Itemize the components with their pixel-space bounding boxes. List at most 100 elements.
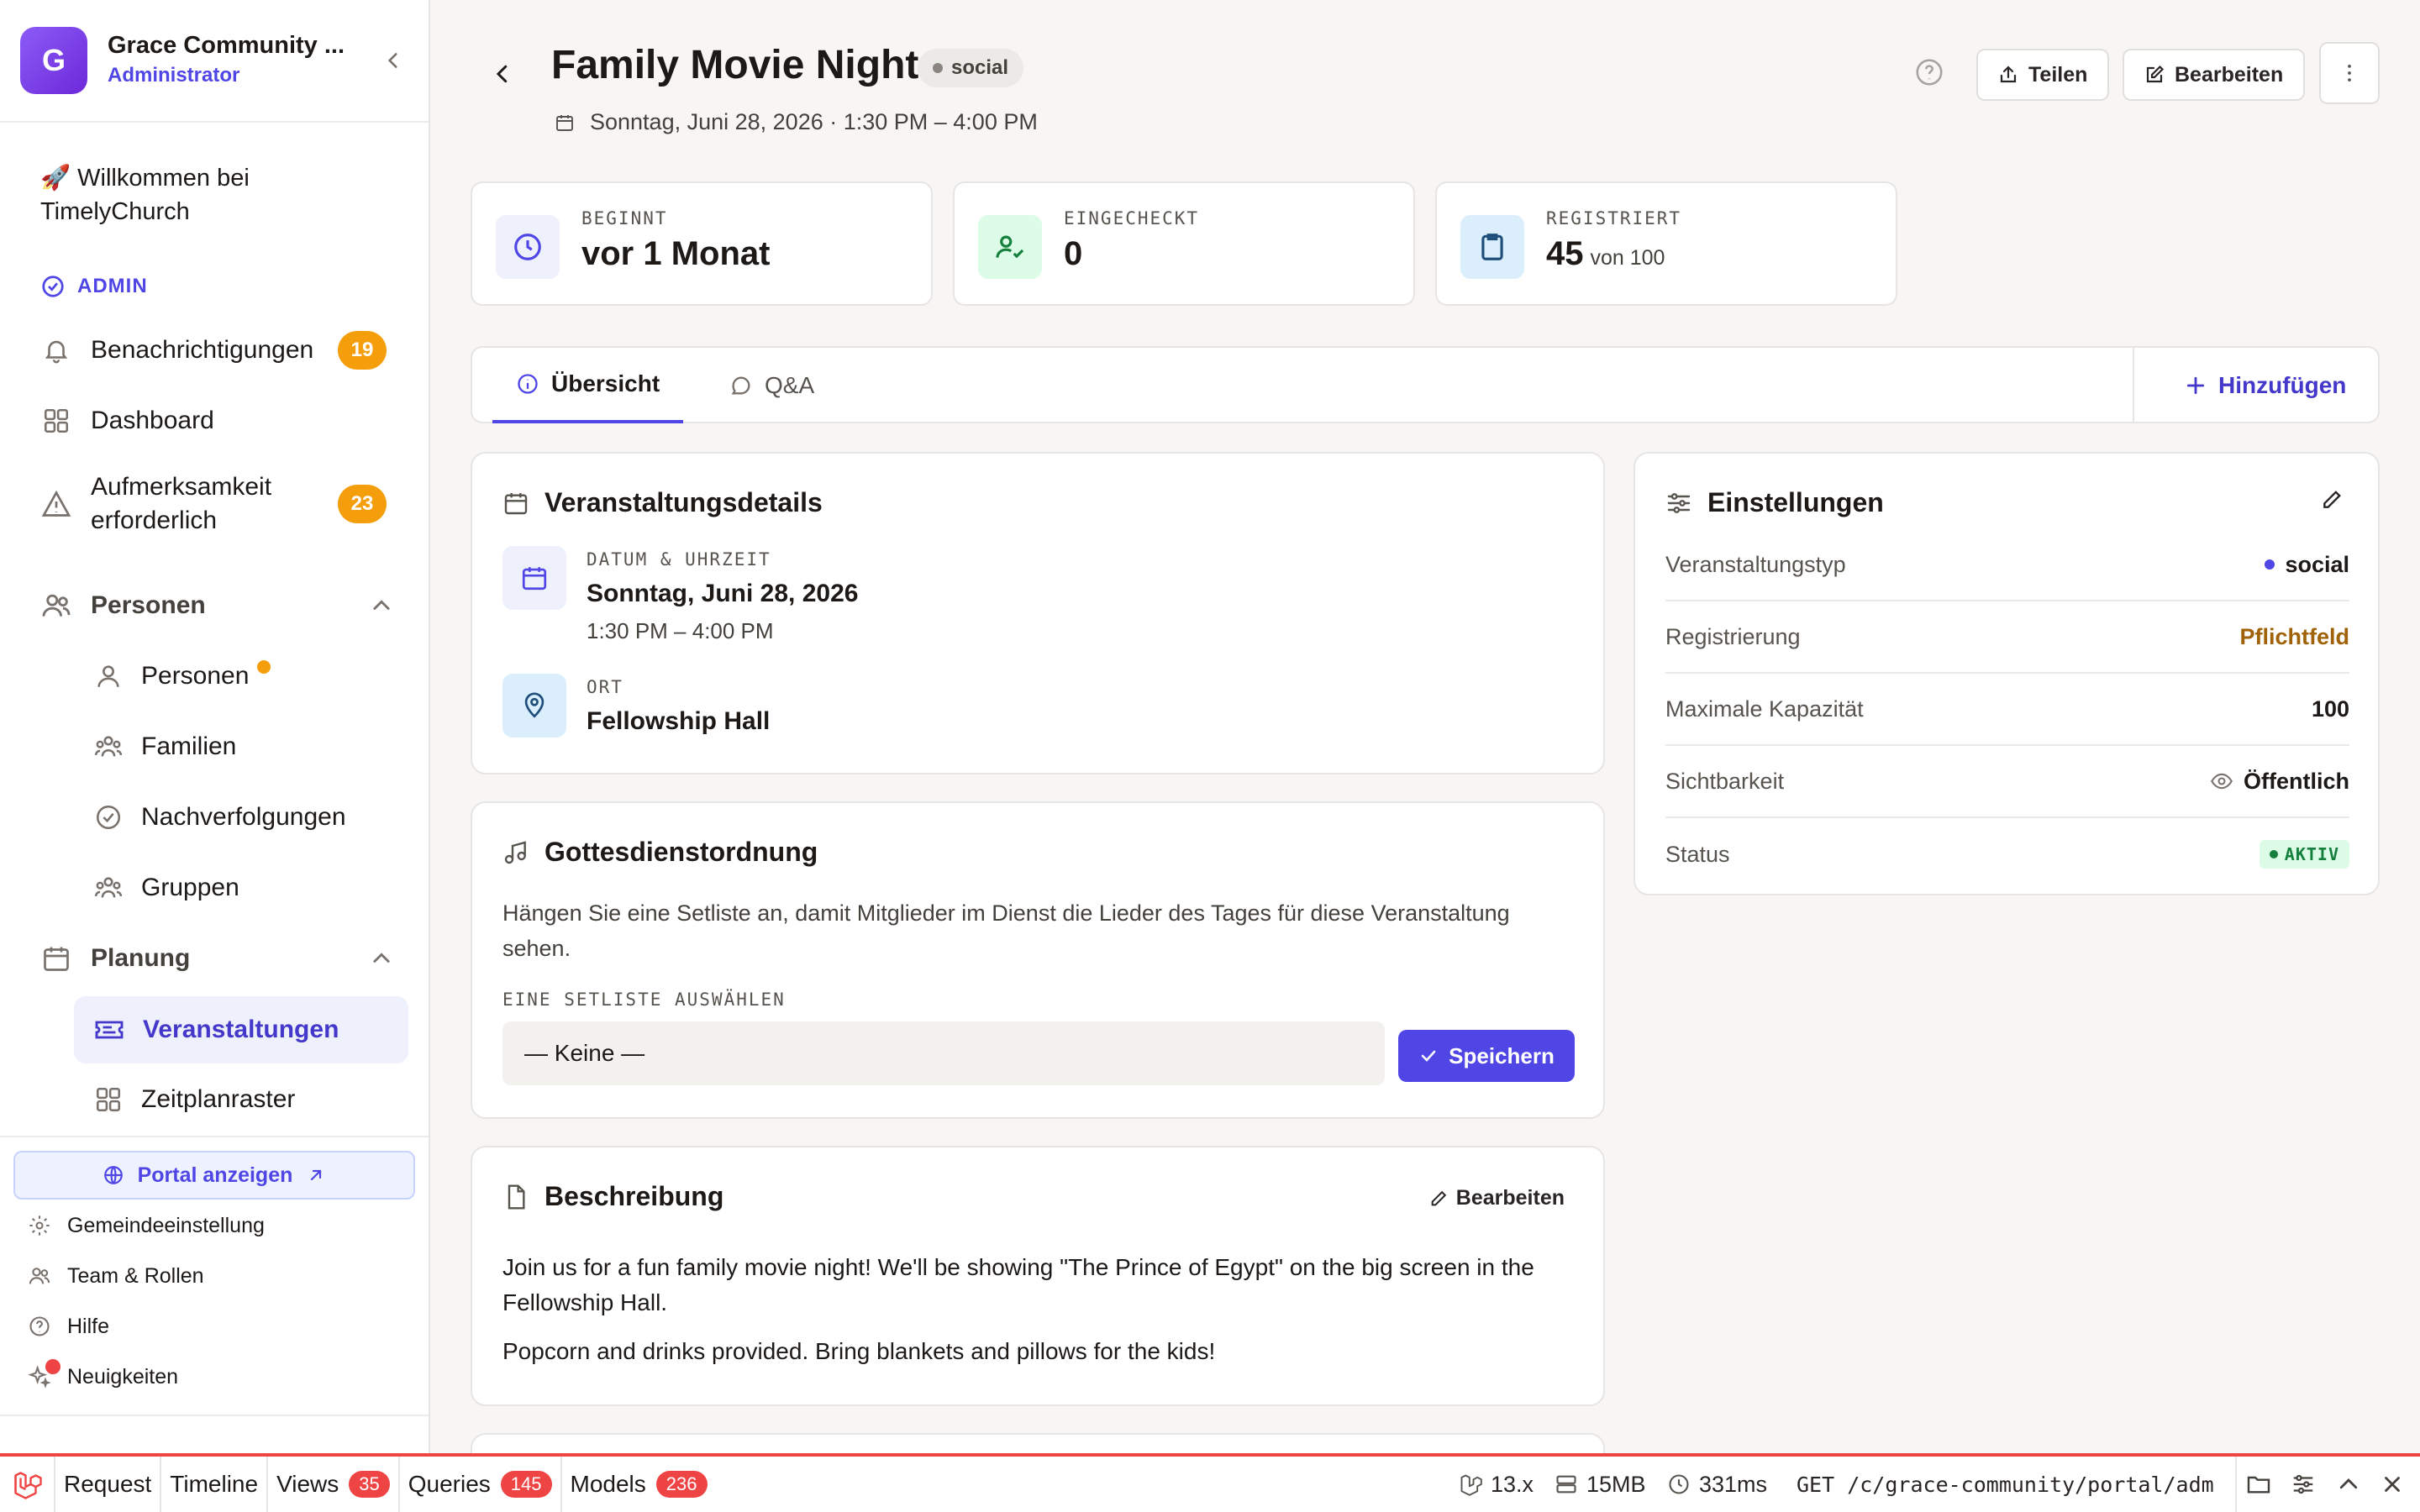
calendar-icon bbox=[556, 114, 573, 131]
edit-settings-button[interactable] bbox=[2321, 489, 2343, 511]
nav-help[interactable]: Hilfe bbox=[27, 1314, 109, 1339]
collapse-sidebar-button[interactable] bbox=[376, 44, 410, 77]
nav-followups[interactable]: Nachverfolgungen bbox=[94, 798, 408, 837]
notifications-count-badge: 19 bbox=[338, 331, 387, 370]
org-role: Administrator bbox=[108, 64, 240, 87]
nav-groups[interactable]: Gruppen bbox=[94, 869, 408, 907]
share-button[interactable]: Teilen bbox=[1976, 49, 2110, 101]
edit-event-button[interactable]: Bearbeiten bbox=[2123, 49, 2306, 101]
nav-section-planning-label: Planung bbox=[91, 944, 191, 972]
type-dot bbox=[933, 63, 943, 73]
debug-route[interactable]: GET /c/grace-community/portal/adm... bbox=[1797, 1457, 2217, 1512]
grid-icon bbox=[44, 408, 69, 433]
attention-count-badge: 23 bbox=[338, 485, 387, 523]
event-date: Sonntag, Juni 28, 2026 bbox=[587, 580, 859, 607]
debug-expand-button[interactable] bbox=[2336, 1457, 2361, 1512]
debug-duration-text: 331ms bbox=[1699, 1471, 1768, 1497]
nav-help-label: Hilfe bbox=[67, 1314, 110, 1338]
save-setlist-button[interactable]: Speichern bbox=[1398, 1030, 1575, 1082]
nav-schedule-grid[interactable]: Zeitplanraster bbox=[94, 1080, 408, 1119]
chevron-left-icon bbox=[496, 65, 508, 83]
nav-people-label: Personen bbox=[141, 662, 250, 690]
nav-news[interactable]: Neuigkeiten bbox=[27, 1359, 178, 1389]
event-date-line: Sonntag, Juni 28, 2026 · 1:30 PM – 4:00 … bbox=[555, 109, 1038, 135]
divider bbox=[0, 121, 429, 123]
edit-description-button[interactable]: Bearbeiten bbox=[1429, 1186, 1565, 1210]
debug-duration: 331ms bbox=[1667, 1457, 1767, 1512]
chat-icon bbox=[731, 376, 750, 395]
welcome-link[interactable]: 🚀 Willkommen bei TimelyChurch bbox=[40, 161, 393, 228]
nav-attention[interactable]: Aufmerksamkeit erforderlich 23 bbox=[40, 470, 393, 538]
tab-overview-label: Übersicht bbox=[551, 370, 660, 396]
more-options-button[interactable] bbox=[2319, 42, 2380, 104]
edit-icon bbox=[2146, 65, 2165, 83]
user-icon bbox=[97, 665, 119, 687]
check-circle-icon bbox=[42, 276, 64, 297]
share-icon bbox=[2000, 66, 2017, 83]
debug-tab-views[interactable]: Views 35 bbox=[268, 1457, 400, 1512]
view-portal-button[interactable]: Portal anzeigen bbox=[13, 1151, 415, 1200]
bell-icon bbox=[45, 340, 68, 364]
card-header: Einstellungen bbox=[1665, 487, 1884, 518]
grid-icon bbox=[96, 1087, 121, 1112]
stat-value-number: 45 bbox=[1546, 235, 1584, 272]
card-title: Einstellungen bbox=[1707, 487, 1884, 517]
nav-section-planning[interactable]: Planung bbox=[40, 939, 393, 978]
view-portal-label: Portal anzeigen bbox=[137, 1163, 293, 1187]
settings-row-status: Status AKTIV bbox=[1665, 818, 2349, 890]
calendar-icon bbox=[502, 546, 566, 610]
debug-settings-button[interactable] bbox=[2291, 1457, 2316, 1512]
nav-families[interactable]: Familien bbox=[94, 727, 408, 766]
debug-tab-label: Timeline bbox=[170, 1471, 259, 1497]
settings-row-registration: Registrierung Pflichtfeld bbox=[1665, 601, 2349, 674]
stat-label: REGISTRIERT bbox=[1546, 208, 1682, 228]
debug-close-button[interactable] bbox=[2380, 1457, 2405, 1512]
setting-value: 100 bbox=[2311, 696, 2349, 722]
nav-church-settings-label: Gemeindeeinstellung bbox=[67, 1213, 265, 1237]
debug-tab-models[interactable]: Models 236 bbox=[562, 1457, 716, 1512]
music-icon bbox=[504, 840, 526, 864]
laravel-logo[interactable] bbox=[0, 1457, 55, 1512]
stat-value-sub: von 100 bbox=[1590, 246, 1665, 270]
page-title: Family Movie Night bbox=[551, 43, 919, 87]
sidebar: G Grace Community ... Administrator 🚀 Wi… bbox=[0, 0, 430, 1453]
nav-people[interactable]: Personen bbox=[94, 657, 408, 696]
back-button[interactable] bbox=[487, 59, 518, 89]
help-button[interactable] bbox=[1912, 55, 1946, 89]
card-header: Beschreibung bbox=[502, 1181, 723, 1212]
debug-count-badge: 145 bbox=[500, 1471, 552, 1498]
tab-qa[interactable]: Q&A bbox=[713, 348, 831, 423]
org-switcher[interactable]: G Grace Community ... Administrator bbox=[20, 27, 410, 94]
ticket-icon bbox=[95, 1021, 124, 1039]
setlist-select[interactable]: — Keine — bbox=[502, 1021, 1385, 1085]
stat-label: BEGINNT bbox=[581, 208, 668, 228]
debug-tab-queries[interactable]: Queries 145 bbox=[400, 1457, 562, 1512]
more-vertical-icon bbox=[2348, 64, 2351, 82]
check-icon bbox=[1421, 1050, 1436, 1062]
laravel-icon bbox=[14, 1472, 42, 1499]
nav-team-roles[interactable]: Team & Rollen bbox=[27, 1263, 204, 1289]
nav-events[interactable]: Veranstaltungen bbox=[74, 996, 408, 1063]
plus-icon bbox=[2186, 376, 2205, 395]
nav-notifications[interactable]: Benachrichtigungen 19 bbox=[40, 331, 393, 370]
stat-card-registered: REGISTRIERT 45 von 100 bbox=[1435, 181, 1897, 306]
gear-icon bbox=[29, 1215, 50, 1236]
calendar-icon bbox=[504, 492, 528, 514]
chevron-up-icon bbox=[2339, 1478, 2358, 1489]
debug-open-button[interactable] bbox=[2245, 1457, 2272, 1512]
debug-tab-timeline[interactable]: Timeline bbox=[161, 1457, 269, 1512]
nav-dashboard[interactable]: Dashboard bbox=[40, 402, 393, 440]
debug-tab-request[interactable]: Request bbox=[55, 1457, 162, 1512]
setting-key: Veranstaltungstyp bbox=[1665, 551, 1846, 577]
nav-church-settings[interactable]: Gemeindeeinstellung bbox=[27, 1213, 265, 1238]
laravel-icon bbox=[1460, 1474, 1482, 1496]
divider bbox=[2133, 348, 2134, 423]
tab-overview[interactable]: Übersicht bbox=[492, 348, 684, 423]
family-icon bbox=[94, 736, 123, 757]
pencil-icon bbox=[2323, 491, 2341, 508]
nav-families-label: Familien bbox=[141, 732, 237, 760]
add-button[interactable]: Hinzufügen bbox=[2185, 348, 2346, 423]
info-icon bbox=[518, 374, 538, 394]
nav-section-people[interactable]: Personen bbox=[40, 586, 393, 625]
nav-section-people-label: Personen bbox=[91, 591, 206, 619]
